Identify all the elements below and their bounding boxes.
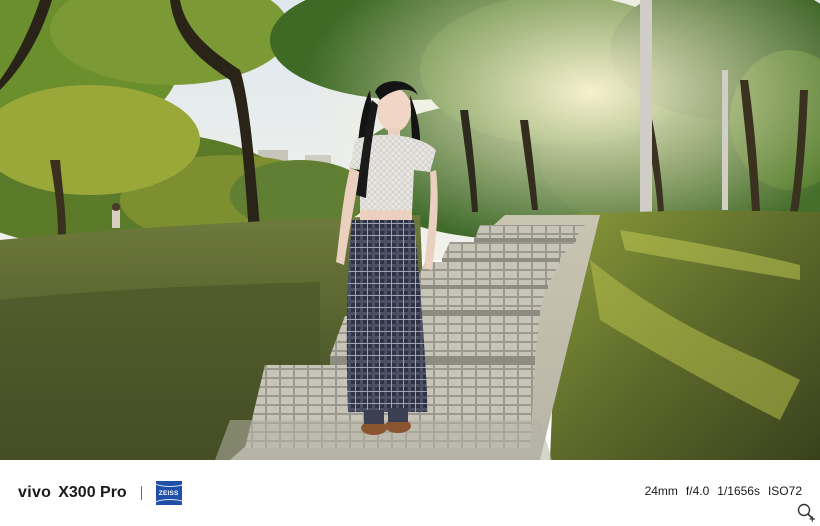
iso-value: ISO72 xyxy=(767,484,802,498)
focal-length: 24mm xyxy=(644,484,678,498)
camera-model: X300 Pro xyxy=(58,484,127,501)
zeiss-logo-text: ZEISS xyxy=(158,489,179,497)
camera-caption-bar: vivo X300 Pro ZEISS 24mm f/4.0 1/1656s I… xyxy=(0,460,820,526)
exif-info: 24mm f/4.0 1/1656s ISO72 xyxy=(645,484,802,498)
zeiss-logo-icon: ZEISS xyxy=(155,481,182,505)
shutter-speed: 1/1656s xyxy=(717,484,760,498)
photo-scene xyxy=(0,0,820,460)
zeiss-logo-arc-top xyxy=(155,481,182,487)
zeiss-logo-arc-bottom xyxy=(155,499,182,505)
brand-logo: vivo xyxy=(18,484,52,501)
brand-divider xyxy=(140,486,142,500)
photo-frame: vivo X300 Pro ZEISS 24mm f/4.0 1/1656s I… xyxy=(0,0,820,526)
magnifier-plus-icon[interactable] xyxy=(796,502,816,522)
aperture: f/4.0 xyxy=(685,484,710,498)
park-photo xyxy=(0,0,820,460)
camera-brand: vivo X300 Pro ZEISS xyxy=(18,481,182,505)
